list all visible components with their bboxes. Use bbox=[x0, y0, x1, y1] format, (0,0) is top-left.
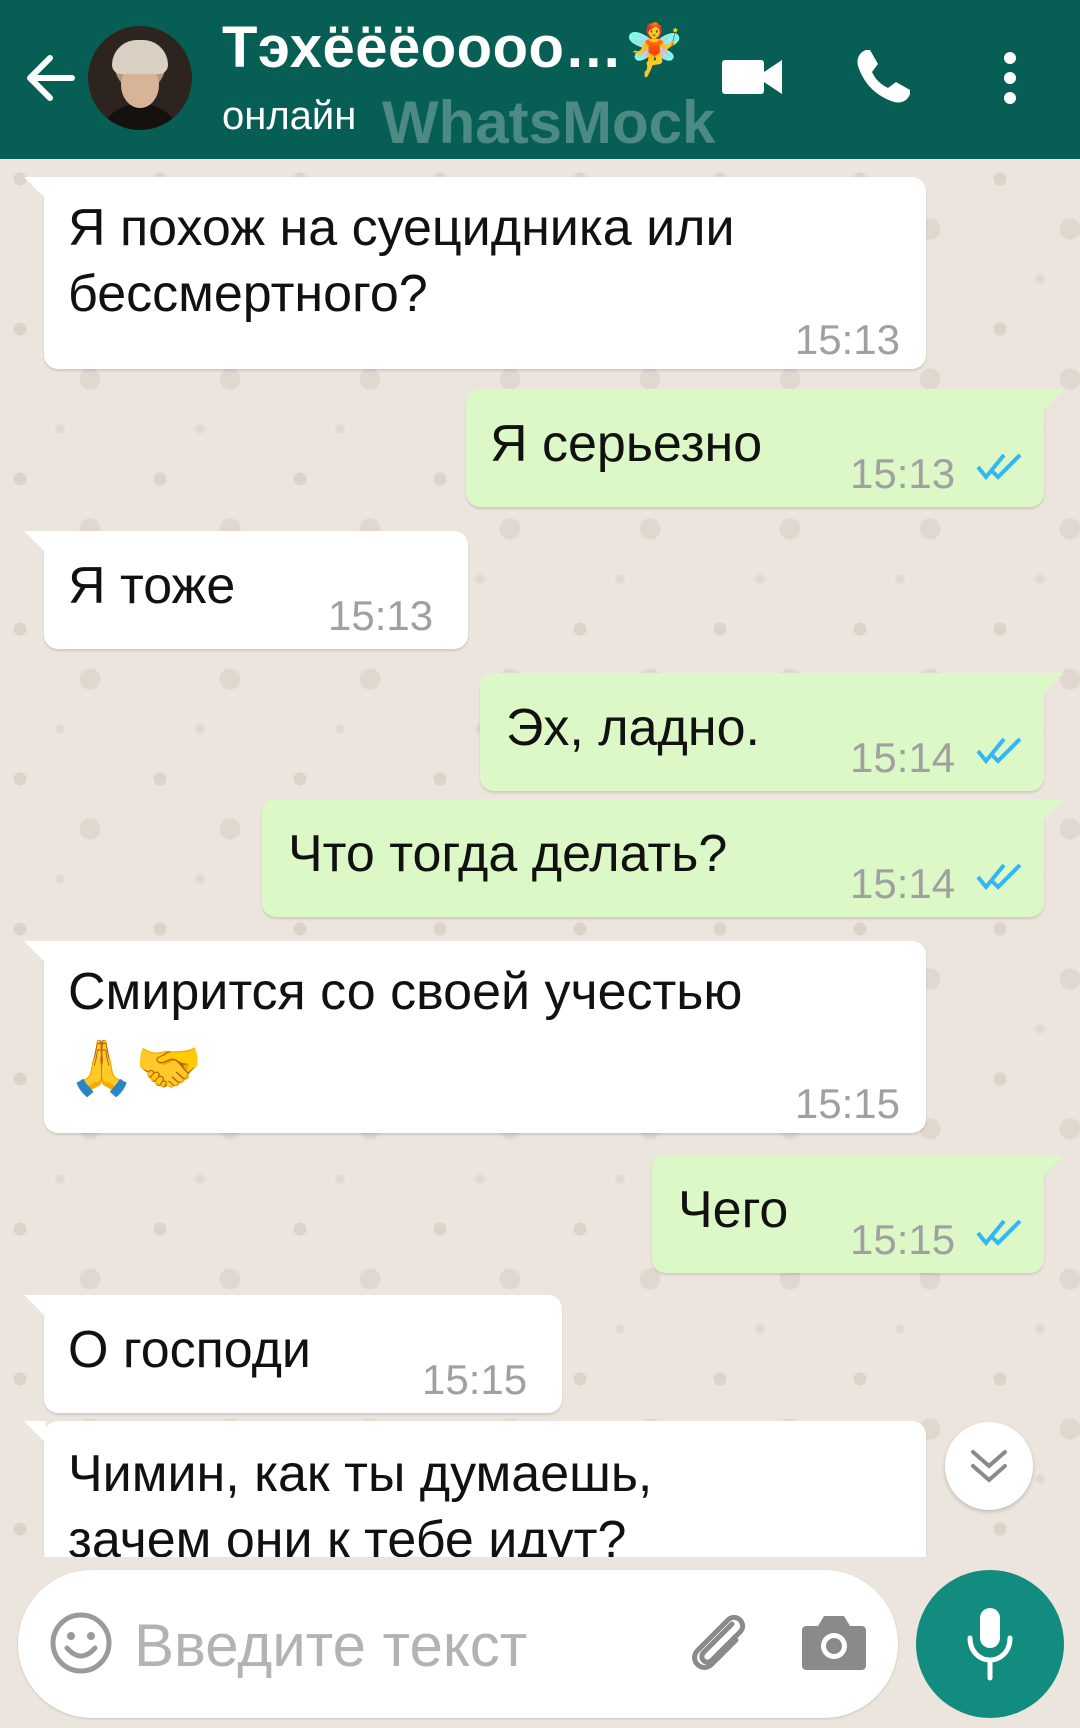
more-vertical-icon[interactable] bbox=[996, 50, 1024, 106]
message-text: Я тоже bbox=[68, 557, 236, 615]
read-ticks-icon bbox=[976, 453, 1022, 481]
arrow-left-icon[interactable] bbox=[22, 42, 78, 114]
phone-icon[interactable] bbox=[852, 46, 914, 108]
microphone-icon bbox=[967, 1608, 1013, 1681]
voice-record-button[interactable] bbox=[916, 1570, 1064, 1718]
read-ticks-icon bbox=[976, 1219, 1022, 1247]
message-line: зачем они к тебе идут? bbox=[68, 1511, 627, 1557]
contact-status: онлайн bbox=[222, 94, 357, 138]
read-ticks-icon bbox=[976, 863, 1022, 891]
message-composer bbox=[18, 1570, 898, 1718]
contact-avatar[interactable] bbox=[88, 26, 192, 130]
message-text: Чего bbox=[678, 1181, 789, 1239]
emoji-row: 🙏🤝 bbox=[68, 1035, 218, 1105]
watermark: WhatsMock bbox=[382, 89, 716, 156]
message-text: Эх, ладно. bbox=[506, 699, 760, 757]
message-time: 15:15 bbox=[794, 1080, 900, 1127]
message-text: Я похож на суецидника или бессмертного? bbox=[68, 195, 735, 327]
camera-icon[interactable] bbox=[800, 1612, 868, 1672]
chat-area[interactable]: Я похож на суецидника или бессмертного? … bbox=[0, 159, 1080, 1557]
avatar-hair bbox=[112, 40, 168, 74]
message-line: бессмертного? bbox=[68, 265, 428, 323]
message-time: 15:15 bbox=[422, 1356, 528, 1403]
message-time: 15:13 bbox=[794, 316, 900, 363]
message-time: 15:15 bbox=[850, 1216, 956, 1263]
message-time: 15:13 bbox=[850, 450, 956, 497]
prayer-handshake-emoji: 🙏🤝 bbox=[68, 1038, 203, 1098]
message-line: Чимин, как ты думаешь, bbox=[68, 1445, 653, 1503]
paperclip-icon[interactable] bbox=[682, 1606, 754, 1678]
message-input[interactable] bbox=[132, 1594, 656, 1696]
read-ticks-icon bbox=[976, 737, 1022, 765]
message-incoming[interactable]: О господи 15:15 bbox=[24, 1295, 562, 1413]
chevron-double-down-icon bbox=[971, 1450, 1007, 1483]
smile-icon[interactable] bbox=[48, 1610, 114, 1676]
message-time: 15:14 bbox=[850, 860, 956, 907]
message-text: Чимин, как ты думаешь, зачем они к тебе … bbox=[68, 1441, 652, 1557]
message-text: Что тогда делать? bbox=[288, 825, 728, 883]
message-incoming[interactable]: Смирится со своей учестью 🙏🤝 15:15 bbox=[24, 941, 926, 1133]
message-text: Я серьезно bbox=[490, 415, 763, 473]
message-outgoing[interactable]: Эх, ладно. 15:14 bbox=[480, 673, 1064, 791]
scroll-down-button[interactable] bbox=[945, 1422, 1033, 1510]
contact-name[interactable]: Тэхёёёоооо…🧚 bbox=[222, 14, 686, 81]
message-text: О господи bbox=[68, 1321, 311, 1379]
chat-header: Тэхёёёоооо…🧚 онлайн WhatsMock bbox=[0, 0, 1080, 159]
message-outgoing[interactable]: Что тогда делать? 15:14 bbox=[262, 799, 1064, 917]
fairy-emoji-icon: 🧚 bbox=[622, 22, 686, 78]
message-incoming[interactable]: Я тоже 15:13 bbox=[24, 531, 468, 649]
message-incoming[interactable]: Чимин, как ты думаешь, зачем они к тебе … bbox=[24, 1421, 926, 1557]
contact-name-text: Тэхёёёоооо… bbox=[222, 15, 623, 80]
video-camera-icon[interactable] bbox=[720, 52, 784, 102]
message-incoming[interactable]: Я похож на суецидника или бессмертного? … bbox=[24, 177, 926, 369]
message-time: 15:13 bbox=[328, 592, 434, 639]
message-outgoing[interactable]: Чего 15:15 bbox=[652, 1155, 1064, 1273]
message-time: 15:14 bbox=[850, 734, 956, 781]
message-text: Смирится со своей учестью bbox=[68, 963, 743, 1021]
message-line: Я похож на суецидника или bbox=[68, 199, 735, 257]
message-outgoing[interactable]: Я серьезно 15:13 bbox=[466, 389, 1064, 507]
